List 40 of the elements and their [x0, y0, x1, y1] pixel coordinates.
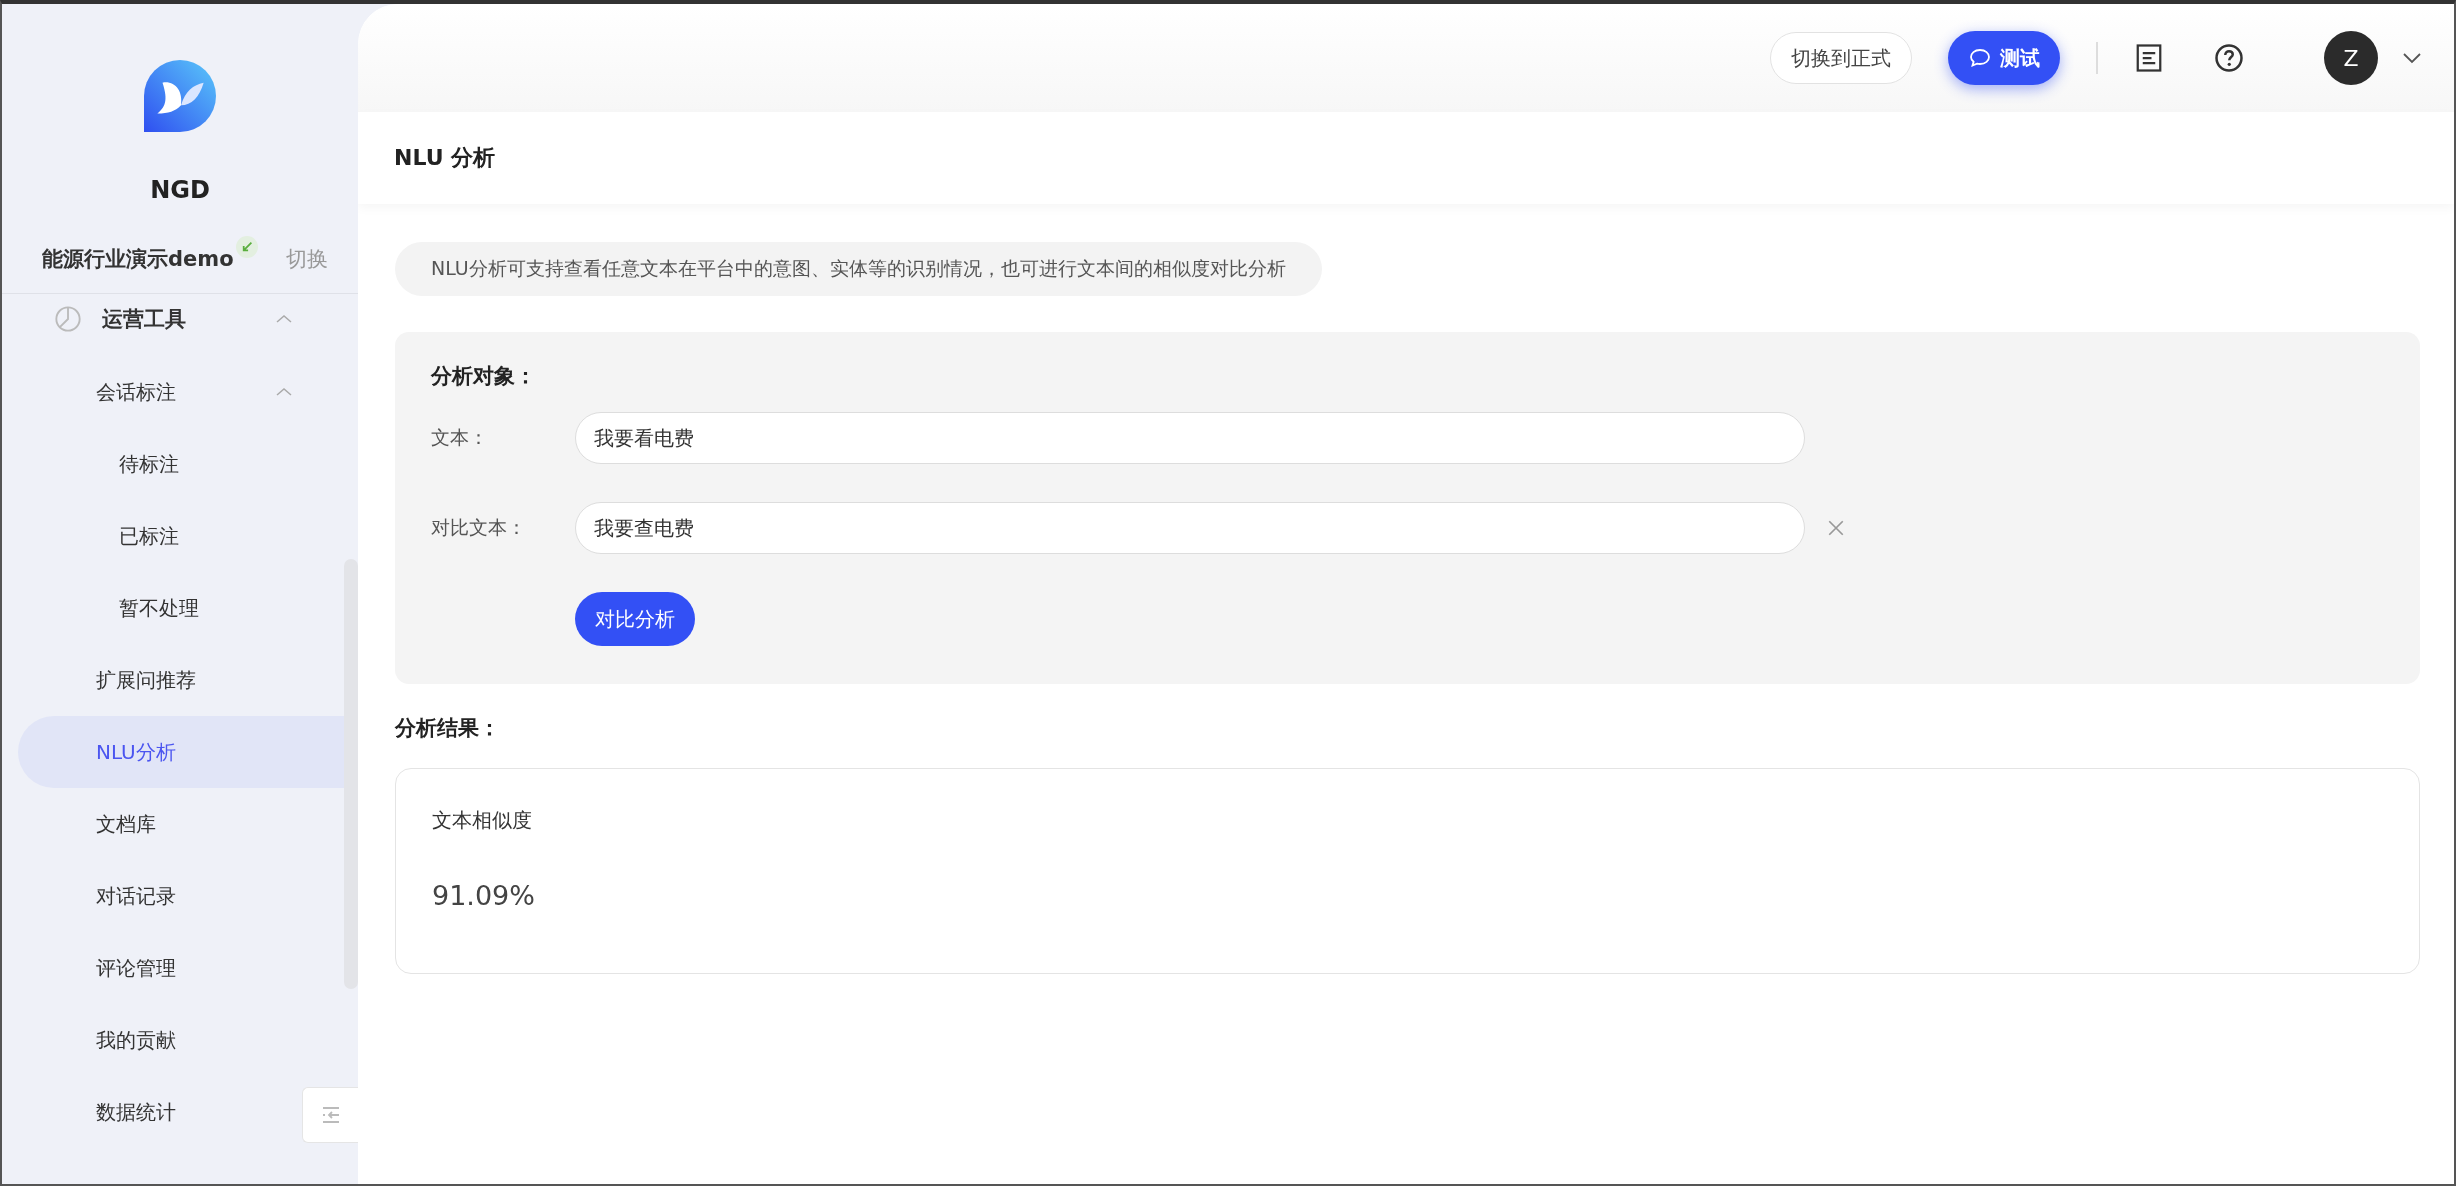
info-notice: NLU分析可支持查看任意文本在平台中的意图、实体等的识别情况，也可进行文本间的相似度对比分析: [395, 242, 1322, 296]
arrow-badge-icon: [235, 236, 258, 258]
close-icon[interactable]: [1827, 519, 1845, 537]
compare-button[interactable]: 对比分析: [575, 592, 695, 646]
menu-item[interactable]: 文档库: [2, 788, 166, 860]
menu-item[interactable]: 数据统计: [2, 1076, 186, 1148]
chevron-icon: [276, 387, 292, 397]
menu-item[interactable]: 暂不处理: [2, 572, 209, 644]
field-label: 文本：: [431, 425, 489, 450]
text-input-field[interactable]: 我要查电费: [575, 502, 1805, 554]
menu-item[interactable]: 对话记录: [2, 860, 186, 932]
text-input-field[interactable]: 我要看电费: [575, 412, 1805, 464]
chevron-down-icon[interactable]: [2402, 52, 2422, 64]
metric-value: 91.09%: [432, 880, 536, 911]
chat-bubble-icon: [1968, 46, 1992, 70]
metric-label: 文本相似度: [432, 807, 533, 834]
page-title: NLU 分析: [394, 144, 496, 172]
scrollbar-thumb[interactable]: [344, 559, 358, 989]
menu-item[interactable]: 评论管理: [2, 932, 186, 1004]
menu-item[interactable]: 我的贡献: [2, 1004, 186, 1076]
menu-group-label: 运营工具: [102, 306, 186, 333]
project-name: 能源行业演示demo: [42, 245, 234, 273]
menu-item[interactable]: 待标注: [2, 428, 189, 500]
bird-logo-icon: [144, 60, 216, 132]
switch-to-production-button[interactable]: 切换到正式: [1770, 32, 1912, 84]
menu-item[interactable]: 扩展问推荐: [2, 644, 206, 716]
document-icon[interactable]: [2134, 43, 2164, 73]
menu-item[interactable]: 会话标注: [2, 356, 344, 428]
user-avatar[interactable]: Z: [2324, 31, 2378, 85]
test-button[interactable]: 测试: [1948, 31, 2060, 85]
menu-group[interactable]: 运营工具: [2, 294, 344, 344]
chevron-icon: [276, 314, 292, 324]
menu-item[interactable]: NLU分析: [18, 716, 344, 788]
section-heading: 分析结果：: [395, 715, 500, 742]
brand-name: NGD: [150, 176, 210, 204]
pie-chart-icon: [54, 305, 82, 333]
menu-item[interactable]: 已标注: [2, 500, 189, 572]
help-icon[interactable]: [2214, 43, 2244, 73]
section-heading: 分析对象：: [431, 363, 537, 390]
field-label: 对比文本：: [431, 515, 527, 540]
